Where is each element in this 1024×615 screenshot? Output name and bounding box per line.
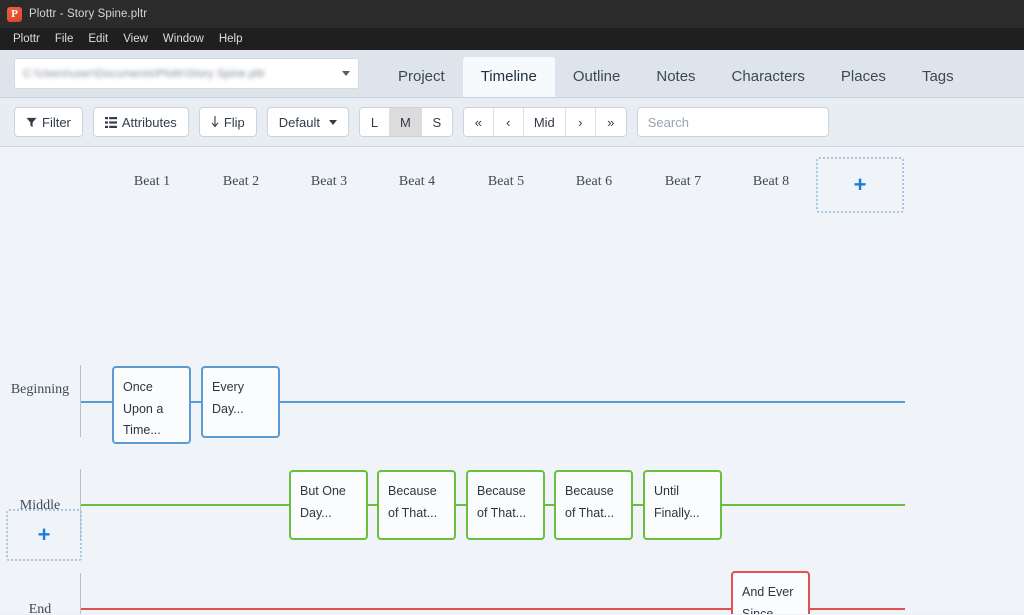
tab-project[interactable]: Project	[380, 57, 463, 97]
timeline-nav-group: « ‹ Mid › »	[462, 107, 627, 137]
window-titlebar: P Plottr - Story Spine.pltr	[0, 0, 1024, 28]
beat-header-7[interactable]: Beat 7	[639, 174, 727, 190]
tab-outline[interactable]: Outline	[555, 57, 639, 97]
nav-first-button[interactable]: «	[463, 108, 494, 136]
plottr-logo-icon: P	[7, 6, 22, 22]
search-input[interactable]	[636, 107, 829, 137]
beat-header-8[interactable]: Beat 8	[727, 174, 815, 190]
filter-button[interactable]: Filter	[14, 107, 83, 137]
tab-places[interactable]: Places	[823, 57, 904, 97]
nav-prev-button[interactable]: ‹	[493, 108, 524, 136]
line-title[interactable]: End	[4, 602, 76, 614]
scene-card[interactable]: Until Finally...	[643, 470, 722, 540]
timeline-canvas: Beat 1 Beat 2 Beat 3 Beat 4 Beat 5 Beat 6 Beat…	[0, 147, 1024, 614]
card-size-group: L M S	[358, 107, 453, 137]
beat-header-5[interactable]: Beat 5	[462, 174, 550, 190]
scene-card[interactable]: Because of That...	[554, 470, 633, 540]
menu-item-file[interactable]: File	[48, 31, 81, 47]
filter-label: Filter	[42, 114, 71, 130]
scene-card[interactable]: But One Day...	[289, 470, 368, 540]
size-option-small[interactable]: S	[421, 108, 452, 136]
funnel-icon	[26, 117, 37, 128]
add-beat-button[interactable]: +	[816, 157, 904, 213]
scene-card[interactable]: Because of That...	[466, 470, 545, 540]
menu-item-view[interactable]: View	[116, 31, 155, 47]
main-tabs: Project Timeline Outline Notes Character…	[380, 50, 972, 97]
size-option-large[interactable]: L	[359, 108, 390, 136]
beat-header-2[interactable]: Beat 2	[197, 174, 285, 190]
menu-item-edit[interactable]: Edit	[81, 31, 115, 47]
menu-item-window[interactable]: Window	[156, 31, 211, 47]
view-select-button[interactable]: Default	[266, 107, 349, 137]
scene-card[interactable]: And Ever Since Then...	[731, 571, 810, 614]
scene-card[interactable]: Because of That...	[377, 470, 456, 540]
beat-header-4[interactable]: Beat 4	[373, 174, 461, 190]
nav-position-label[interactable]: Mid	[523, 108, 566, 136]
beat-header-6[interactable]: Beat 6	[550, 174, 638, 190]
navigation-row: C:\Users\user\Documents\Plottr\Story Spi…	[0, 50, 1024, 98]
flip-label: Flip	[223, 114, 245, 130]
menu-bar: Plottr File Edit View Window Help	[0, 28, 1024, 50]
view-select-label: Default	[278, 114, 320, 130]
add-line-button[interactable]: +	[6, 509, 82, 561]
menu-item-help[interactable]: Help	[212, 31, 250, 47]
attributes-button[interactable]: Attributes	[92, 107, 189, 137]
beat-header-1[interactable]: Beat 1	[108, 174, 196, 190]
chevron-down-icon	[328, 119, 337, 125]
flip-button[interactable]: Flip	[198, 107, 257, 137]
scene-card[interactable]: Once Upon a Time...	[112, 366, 191, 444]
plus-icon: +	[853, 172, 867, 197]
timeline-toolbar: Filter Attributes Flip Default L M S « ‹…	[0, 98, 1024, 147]
file-path-value: C:\Users\user\Documents\Plottr\Story Spi…	[23, 67, 266, 80]
nav-next-button[interactable]: ›	[565, 108, 596, 136]
tab-characters[interactable]: Characters	[714, 57, 823, 97]
menu-item-plottr[interactable]: Plottr	[6, 31, 47, 47]
nav-last-button[interactable]: »	[595, 108, 626, 136]
down-arrow-icon	[211, 116, 219, 128]
file-path-field[interactable]: C:\Users\user\Documents\Plottr\Story Spi…	[14, 58, 359, 89]
window-title: Plottr - Story Spine.pltr	[29, 8, 148, 20]
size-option-medium[interactable]: M	[389, 108, 422, 136]
list-icon	[104, 116, 117, 128]
chevron-down-icon[interactable]	[342, 71, 350, 76]
tab-timeline[interactable]: Timeline	[462, 57, 555, 97]
beat-header-3[interactable]: Beat 3	[285, 174, 373, 190]
tab-tags[interactable]: Tags	[904, 57, 972, 97]
tab-notes[interactable]: Notes	[638, 57, 713, 97]
attributes-label: Attributes	[121, 114, 177, 130]
plus-icon: +	[37, 522, 51, 547]
scene-card[interactable]: Every Day...	[201, 366, 280, 438]
line-title[interactable]: Beginning	[4, 382, 76, 399]
